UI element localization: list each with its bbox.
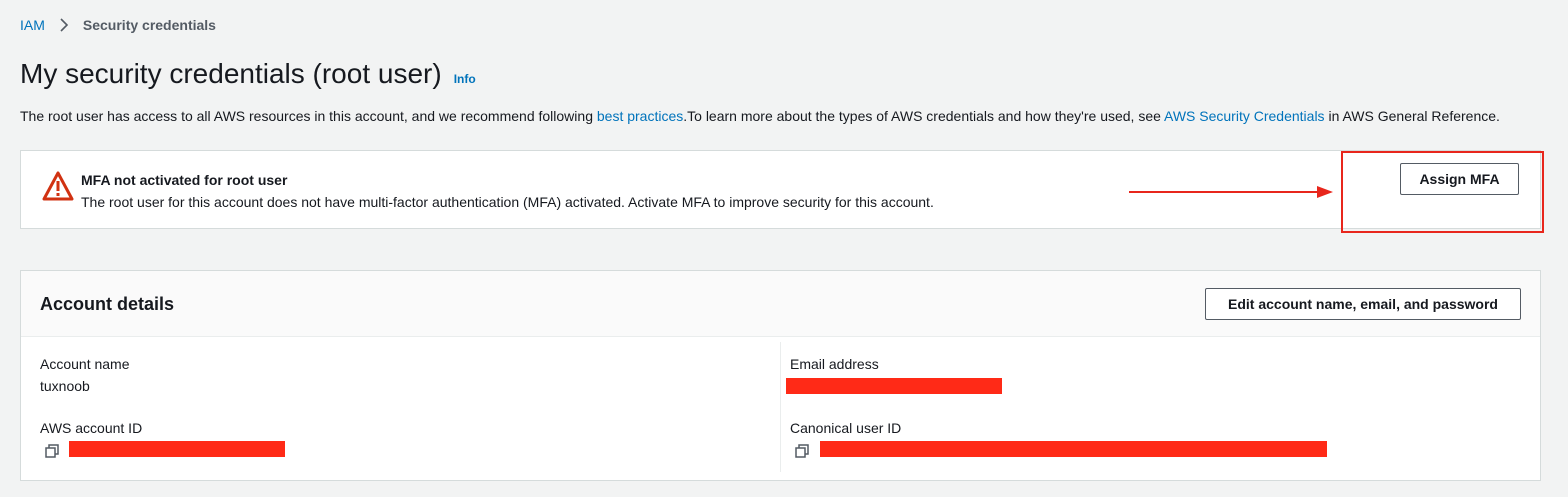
intro-text-part1: The root user has access to all AWS reso… [20,108,597,124]
breadcrumb-iam-link[interactable]: IAM [20,17,45,33]
breadcrumb-current: Security credentials [82,17,216,33]
assign-mfa-button[interactable]: Assign MFA [1400,163,1519,195]
aws-account-id-redacted [69,441,285,457]
warning-triangle-icon [42,171,74,201]
info-link[interactable]: Info [454,72,476,86]
account-details-panel: Account details Edit account name, email… [20,270,1541,481]
intro-text-part3: in AWS General Reference. [1324,108,1500,124]
breadcrumb: IAM Security credentials [20,17,216,33]
aws-security-credentials-link[interactable]: AWS Security Credentials [1164,108,1325,124]
canonical-user-id-redacted [820,441,1327,457]
page-title: My security credentials (root user) [20,58,442,89]
alert-title: MFA not activated for root user [81,172,288,188]
canonical-user-id-label: Canonical user ID [790,420,902,436]
email-address-label: Email address [790,356,879,372]
aws-account-id-label: AWS account ID [40,420,143,436]
account-details-title: Account details [40,294,175,314]
copy-icon[interactable] [45,444,59,458]
account-name-label: Account name [40,356,130,372]
chevron-right-icon [60,18,69,32]
mfa-warning-alert: MFA not activated for root user The root… [20,150,1544,233]
alert-body: The root user for this account does not … [81,194,934,210]
annotation-arrow-icon [1129,186,1333,198]
best-practices-link[interactable]: best practices [597,108,683,124]
edit-account-button[interactable]: Edit account name, email, and password [1205,288,1521,320]
account-details-header: Account details Edit account name, email… [21,271,1540,337]
copy-icon[interactable] [795,444,809,458]
intro-text-part2: .To learn more about the types of AWS cr… [683,108,1165,124]
email-address-redacted [786,378,1002,394]
account-name-value: tuxnoob [40,378,90,394]
page-header: My security credentials (root user) Info [20,58,476,90]
column-divider [780,342,781,472]
intro-text: The root user has access to all AWS reso… [20,108,1500,124]
